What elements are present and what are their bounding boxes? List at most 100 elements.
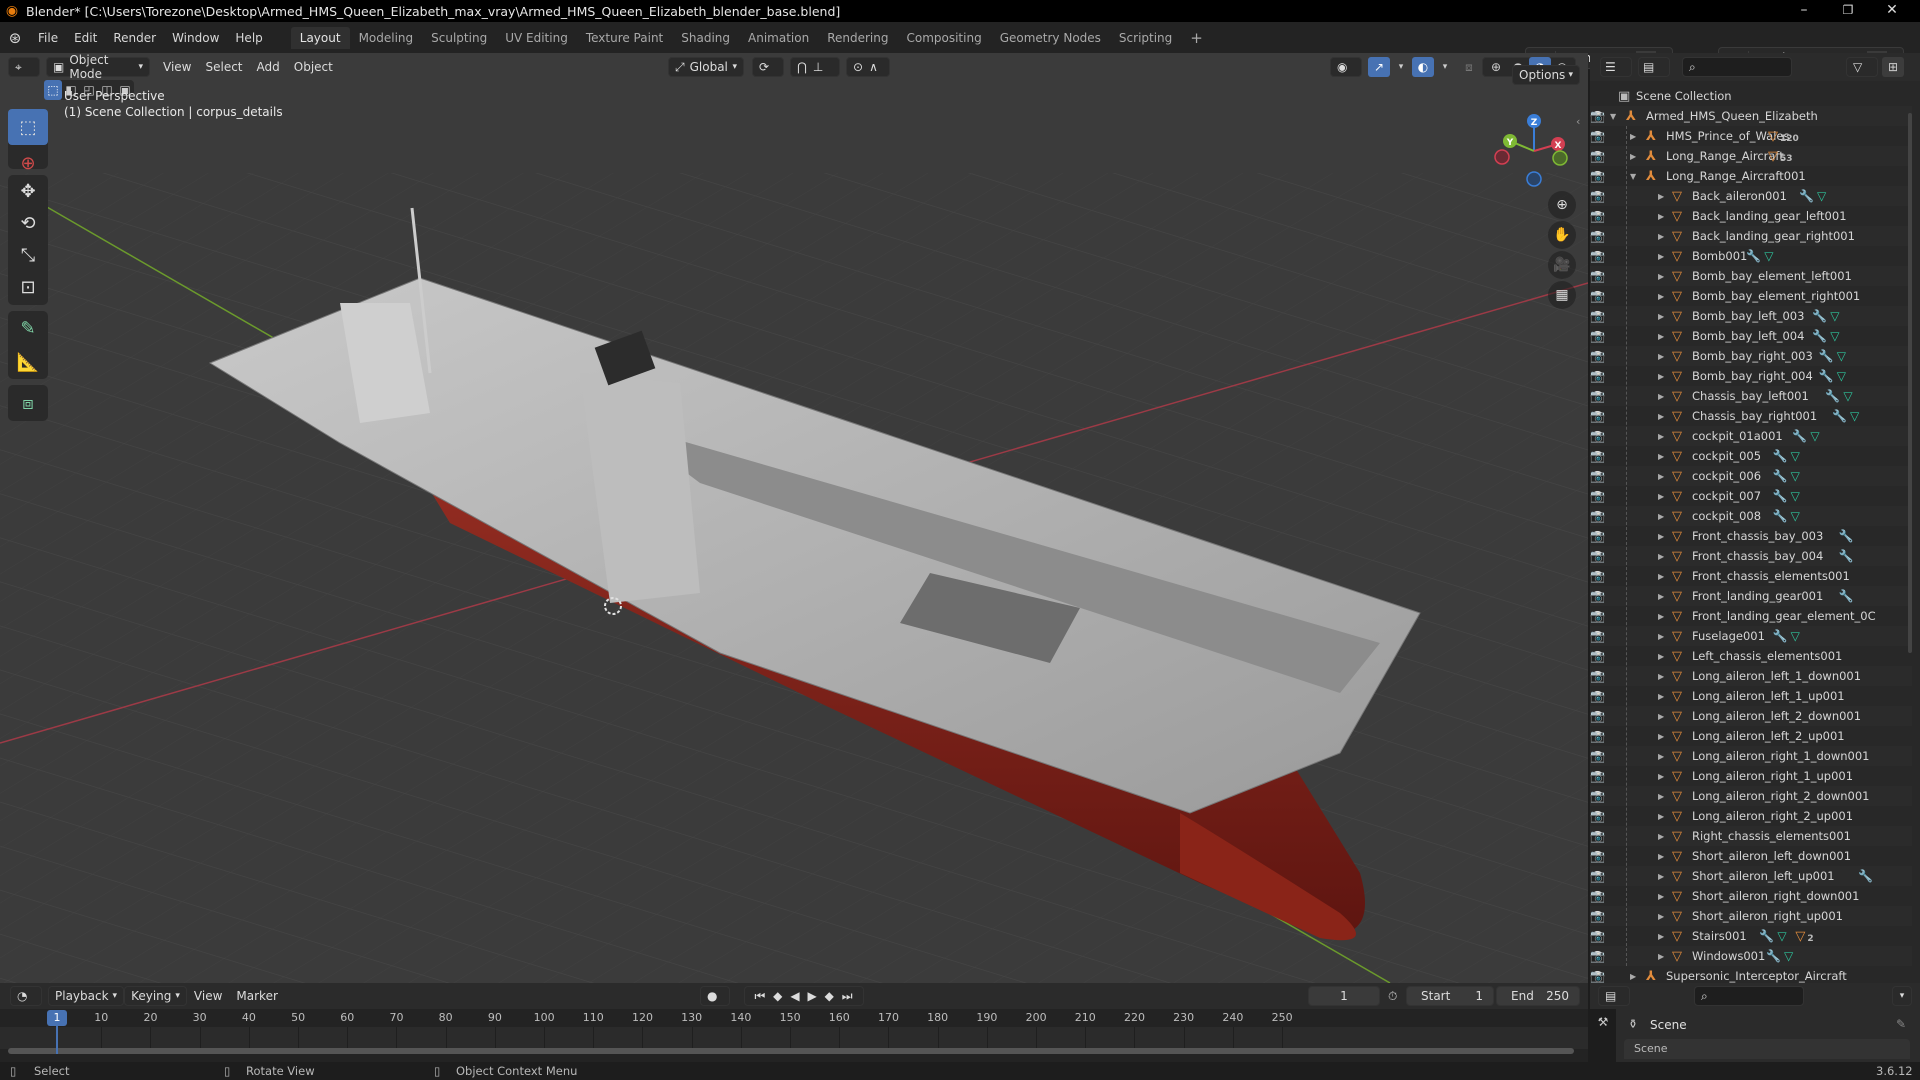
tab-rendering[interactable]: Rendering (818, 27, 897, 49)
move-tool[interactable]: ✥ (8, 175, 48, 207)
outliner-object[interactable]: ▶ ▽ Bomb001 🔧 ▽ 👁 📷 (1590, 246, 1912, 266)
modifier-wrench-icon[interactable]: 🔧 (1858, 869, 1873, 883)
expand-arrow-icon[interactable]: ▶ (1658, 252, 1668, 261)
proportional-editing[interactable]: ⊙ ∧ (846, 57, 890, 77)
expand-arrow-icon[interactable]: ▶ (1658, 532, 1668, 541)
expand-arrow-icon[interactable]: ▶ (1658, 312, 1668, 321)
outliner-object[interactable]: ▶ ▽ Chassis_bay_right001 🔧 ▽ 👁 📷 (1590, 406, 1912, 426)
outliner-object[interactable]: ▶ ▽ Front_chassis_elements001 👁 📷 (1590, 566, 1912, 586)
outliner-object[interactable]: ▶ ▽ Long_aileron_right_2_up001 👁 📷 (1590, 806, 1912, 826)
play-button[interactable]: ▶ (807, 989, 817, 1003)
mesh-data-icon[interactable]: ▽ (1843, 389, 1852, 403)
render-camera-icon[interactable]: 📷 (1590, 109, 1605, 123)
select-box-tool[interactable]: ⬚ (8, 109, 48, 145)
outliner-object[interactable]: ▶ ▽ Short_aileron_right_up001 👁 📷 (1590, 906, 1912, 926)
expand-arrow-icon[interactable]: ▶ (1658, 592, 1668, 601)
outliner-object[interactable]: ▶ ▽ Front_landing_gear_element_0C 👁 📷 (1590, 606, 1912, 626)
start-frame-field[interactable]: Start 1 (1406, 986, 1494, 1006)
playback-menu[interactable]: Playback ▾ (48, 986, 125, 1006)
render-camera-icon[interactable]: 📷 (1590, 529, 1605, 543)
modifier-wrench-icon[interactable]: 🔧 (1766, 949, 1781, 963)
render-camera-icon[interactable]: 📷 (1590, 709, 1605, 723)
tab-animation[interactable]: Animation (739, 27, 818, 49)
expand-arrow-icon[interactable]: ▶ (1658, 192, 1668, 201)
outliner-object[interactable]: ▶ ▽ Short_aileron_left_up001 🔧 👁 📷 (1590, 866, 1912, 886)
play-reverse-button[interactable]: ◀ (790, 989, 800, 1003)
modifier-wrench-icon[interactable]: 🔧 (1839, 529, 1854, 543)
tab-modeling[interactable]: Modeling (350, 27, 423, 49)
outliner-collection[interactable]: ▼ ⅄ Long_Range_Aircraft001 👁 📷 (1590, 166, 1912, 186)
pan-view-button[interactable]: ✋ (1548, 221, 1576, 249)
render-camera-icon[interactable]: 📷 (1590, 909, 1605, 923)
collapse-arrow-icon[interactable]: ▼ (1630, 172, 1640, 181)
transform-orientation-selector[interactable]: ⤢ Global ▾ (668, 57, 744, 77)
sidebar-toggle-icon[interactable]: ‹ (1576, 115, 1580, 128)
expand-arrow-icon[interactable]: ▶ (1658, 872, 1668, 881)
current-frame-field[interactable]: 1 (1308, 986, 1380, 1006)
gizmo-neg-y[interactable] (1552, 150, 1568, 166)
outliner-object[interactable]: ▶ ▽ Back_aileron001 🔧 ▽ 👁 📷 (1590, 186, 1912, 206)
tab-sculpting[interactable]: Sculpting (422, 27, 496, 49)
render-camera-icon[interactable]: 📷 (1590, 969, 1605, 983)
expand-arrow-icon[interactable]: ▶ (1658, 232, 1668, 241)
minimize-button[interactable]: – (1782, 0, 1826, 22)
outliner-object[interactable]: ▶ ▽ Long_aileron_right_1_up001 👁 📷 (1590, 766, 1912, 786)
outliner-object[interactable]: ▶ ▽ Right_chassis_elements001 👁 📷 (1590, 826, 1912, 846)
view-layer-filter-button[interactable]: ▤ (1638, 57, 1670, 77)
outliner-object[interactable]: ▶ ▽ Long_aileron_left_2_down001 👁 📷 (1590, 706, 1912, 726)
outliner-object[interactable]: ▶ ▽ Long_aileron_right_1_down001 👁 📷 (1590, 746, 1912, 766)
options-button[interactable]: Options ▾ (1512, 65, 1580, 85)
tool-settings-tab-icon[interactable]: ⚒ (1590, 1015, 1616, 1029)
mesh-data-icon[interactable]: ▽ (1791, 629, 1800, 643)
menu-view[interactable]: View (156, 60, 198, 74)
render-camera-icon[interactable]: 📷 (1590, 329, 1605, 343)
expand-arrow-icon[interactable]: ▶ (1658, 952, 1668, 961)
camera-view-button[interactable]: 🎥 (1548, 251, 1576, 279)
outliner-collection[interactable]: ▶ ⅄ HMS_Prince_of_Wales 120 ▽ 👁 📷 (1590, 126, 1912, 146)
outliner-object[interactable]: ▶ ▽ cockpit_007 🔧 ▽ 👁 📷 (1590, 486, 1912, 506)
mesh-data-icon[interactable]: ▽ (1791, 509, 1800, 523)
overlays-toggle[interactable]: ◐ (1412, 57, 1434, 77)
keying-menu[interactable]: Keying ▾ (124, 986, 187, 1006)
mesh-data-icon[interactable]: ▽ (1810, 429, 1819, 443)
expand-arrow-icon[interactable]: ▶ (1658, 492, 1668, 501)
modifier-wrench-icon[interactable]: 🔧 (1825, 389, 1840, 403)
render-camera-icon[interactable]: 📷 (1590, 829, 1605, 843)
zoom-view-button[interactable]: ⊕ (1548, 191, 1576, 219)
expand-arrow-icon[interactable]: ▶ (1630, 972, 1640, 981)
expand-arrow-icon[interactable]: ▶ (1658, 612, 1668, 621)
properties-editor-type[interactable]: ▤ (1598, 986, 1630, 1006)
expand-arrow-icon[interactable]: ▶ (1658, 432, 1668, 441)
scene-subpanel[interactable]: Scene (1624, 1039, 1910, 1059)
modifier-wrench-icon[interactable]: 🔧 (1773, 449, 1788, 463)
render-camera-icon[interactable]: 📷 (1590, 409, 1605, 423)
outliner-object[interactable]: ▶ ▽ Long_aileron_left_2_up001 👁 📷 (1590, 726, 1912, 746)
timeline-track-area[interactable] (0, 1027, 1588, 1049)
render-camera-icon[interactable]: 📷 (1590, 389, 1605, 403)
modifier-wrench-icon[interactable]: 🔧 (1773, 469, 1788, 483)
mesh-data-icon[interactable]: ▽ (1817, 189, 1826, 203)
render-camera-icon[interactable]: 📷 (1590, 509, 1605, 523)
render-camera-icon[interactable]: 📷 (1590, 669, 1605, 683)
render-camera-icon[interactable]: 📷 (1590, 429, 1605, 443)
mesh-data-icon[interactable]: ▽ (1791, 469, 1800, 483)
outliner-search-input[interactable]: ⌕ (1682, 57, 1792, 77)
expand-arrow-icon[interactable]: ▶ (1658, 812, 1668, 821)
timeline-editor-type[interactable]: ◔ (10, 986, 42, 1006)
add-cube-tool[interactable]: ⧈ (8, 385, 48, 421)
render-camera-icon[interactable]: 📷 (1590, 249, 1605, 263)
outliner-object[interactable]: ▶ ▽ Chassis_bay_left001 🔧 ▽ 👁 📷 (1590, 386, 1912, 406)
maximize-button[interactable]: ❐ (1826, 0, 1870, 22)
expand-arrow-icon[interactable]: ▶ (1658, 452, 1668, 461)
expand-arrow-icon[interactable]: ▶ (1658, 272, 1668, 281)
gizmo-toggle[interactable]: ↗ (1368, 57, 1390, 77)
outliner-object[interactable]: ▶ ▽ Long_aileron_left_1_up001 👁 📷 (1590, 686, 1912, 706)
expand-arrow-icon[interactable]: ▶ (1658, 472, 1668, 481)
render-camera-icon[interactable]: 📷 (1590, 589, 1605, 603)
mesh-data-icon[interactable]: ▽ (1830, 309, 1839, 323)
render-camera-icon[interactable]: 📷 (1590, 929, 1605, 943)
outliner-object[interactable]: ▶ ▽ Front_chassis_bay_003 🔧 👁 📷 (1590, 526, 1912, 546)
display-mode-button[interactable]: ☰ (1600, 57, 1632, 77)
outliner-collection[interactable]: ▼ ⅄ Armed_HMS_Queen_Elizabeth 👁 📷 (1590, 106, 1912, 126)
render-camera-icon[interactable]: 📷 (1590, 209, 1605, 223)
